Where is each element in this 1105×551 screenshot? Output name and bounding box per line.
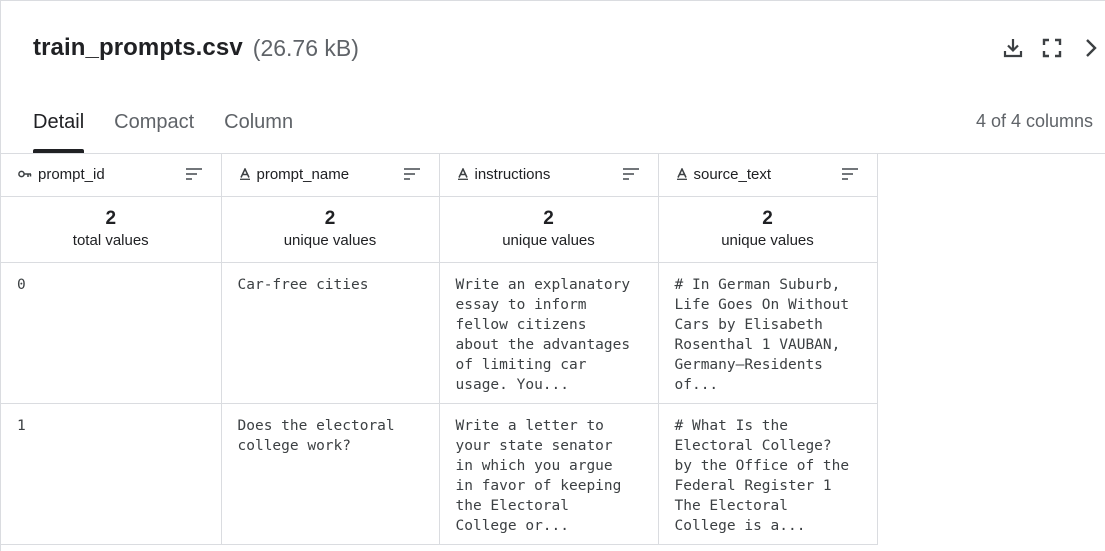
summary-count: 2 (762, 208, 773, 229)
summary-label: unique values (721, 232, 814, 249)
header-row: prompt_id prompt_name instructions sourc… (1, 153, 878, 197)
download-icon (1003, 39, 1023, 58)
column-count: 4 of 4 columns (975, 111, 1093, 131)
sort-icon[interactable] (621, 164, 641, 184)
fullscreen-button[interactable] (1038, 34, 1066, 62)
expand-icon (1042, 38, 1062, 58)
summary-count: 2 (543, 208, 554, 229)
table-cell: Write an explanatory essay to inform fel… (439, 262, 659, 404)
text-type-icon (239, 168, 251, 181)
column-name: prompt_name (256, 165, 350, 183)
tab-detail[interactable]: Detail (33, 99, 85, 153)
summary-cell: 2 total values (1, 196, 222, 263)
summary-cell: 2 unique values (221, 196, 440, 263)
text-type-icon (457, 168, 469, 181)
column-name: source_text (693, 165, 772, 183)
summary-count: 2 (324, 208, 336, 229)
view-tabs: Detail Compact Column (33, 99, 323, 153)
column-name: instructions (474, 165, 551, 183)
table-row: 1 Does the electoral college work? Write… (1, 403, 878, 545)
summary-row: 2 total values 2 unique values 2 unique … (1, 196, 878, 263)
file-size: (26.76 kB) (252, 34, 359, 61)
summary-count: 2 (105, 208, 117, 229)
column-header-prompt-id[interactable]: prompt_id (1, 153, 222, 197)
summary-label: unique values (502, 232, 595, 249)
table-cell: 1 (1, 403, 222, 545)
table-cell: # What Is the Electoral College? by the … (658, 403, 878, 545)
summary-cell: 2 unique values (658, 196, 878, 263)
next-button[interactable] (1077, 34, 1105, 62)
key-icon (18, 169, 32, 179)
table-row: 0 Car-free cities Write an explanatory e… (1, 262, 878, 404)
header-actions (999, 34, 1105, 62)
column-name: prompt_id (38, 165, 105, 183)
table-cell: 0 (1, 262, 222, 404)
summary-cell: 2 unique values (439, 196, 659, 263)
data-table: prompt_id prompt_name instructions sourc… (1, 153, 878, 545)
file-name: train_prompts.csv (33, 34, 243, 61)
table-cell: Car-free cities (221, 262, 440, 404)
file-header: train_prompts.csv (26.76 kB) (33, 31, 359, 65)
dataset-preview-panel: train_prompts.csv (26.76 kB) Detail Comp… (0, 0, 1105, 551)
column-header-instructions[interactable]: instructions (439, 153, 659, 197)
tab-compact[interactable]: Compact (114, 99, 194, 153)
column-header-prompt-name[interactable]: prompt_name (221, 153, 440, 197)
download-button[interactable] (999, 34, 1027, 62)
column-header-source-text[interactable]: source_text (658, 153, 878, 197)
sort-icon[interactable] (184, 164, 204, 184)
table-cell: Does the electoral college work? (221, 403, 440, 545)
sort-icon[interactable] (840, 164, 860, 184)
table-cell: # In German Suburb, Life Goes On Without… (658, 262, 878, 404)
chevron-right-icon (1086, 39, 1097, 57)
summary-label: unique values (283, 232, 377, 249)
sort-icon[interactable] (402, 164, 422, 184)
table-cell: Write a letter to your state senator in … (439, 403, 659, 545)
tab-column[interactable]: Column (224, 99, 293, 153)
summary-label: total values (72, 232, 149, 249)
text-type-icon (676, 168, 688, 181)
